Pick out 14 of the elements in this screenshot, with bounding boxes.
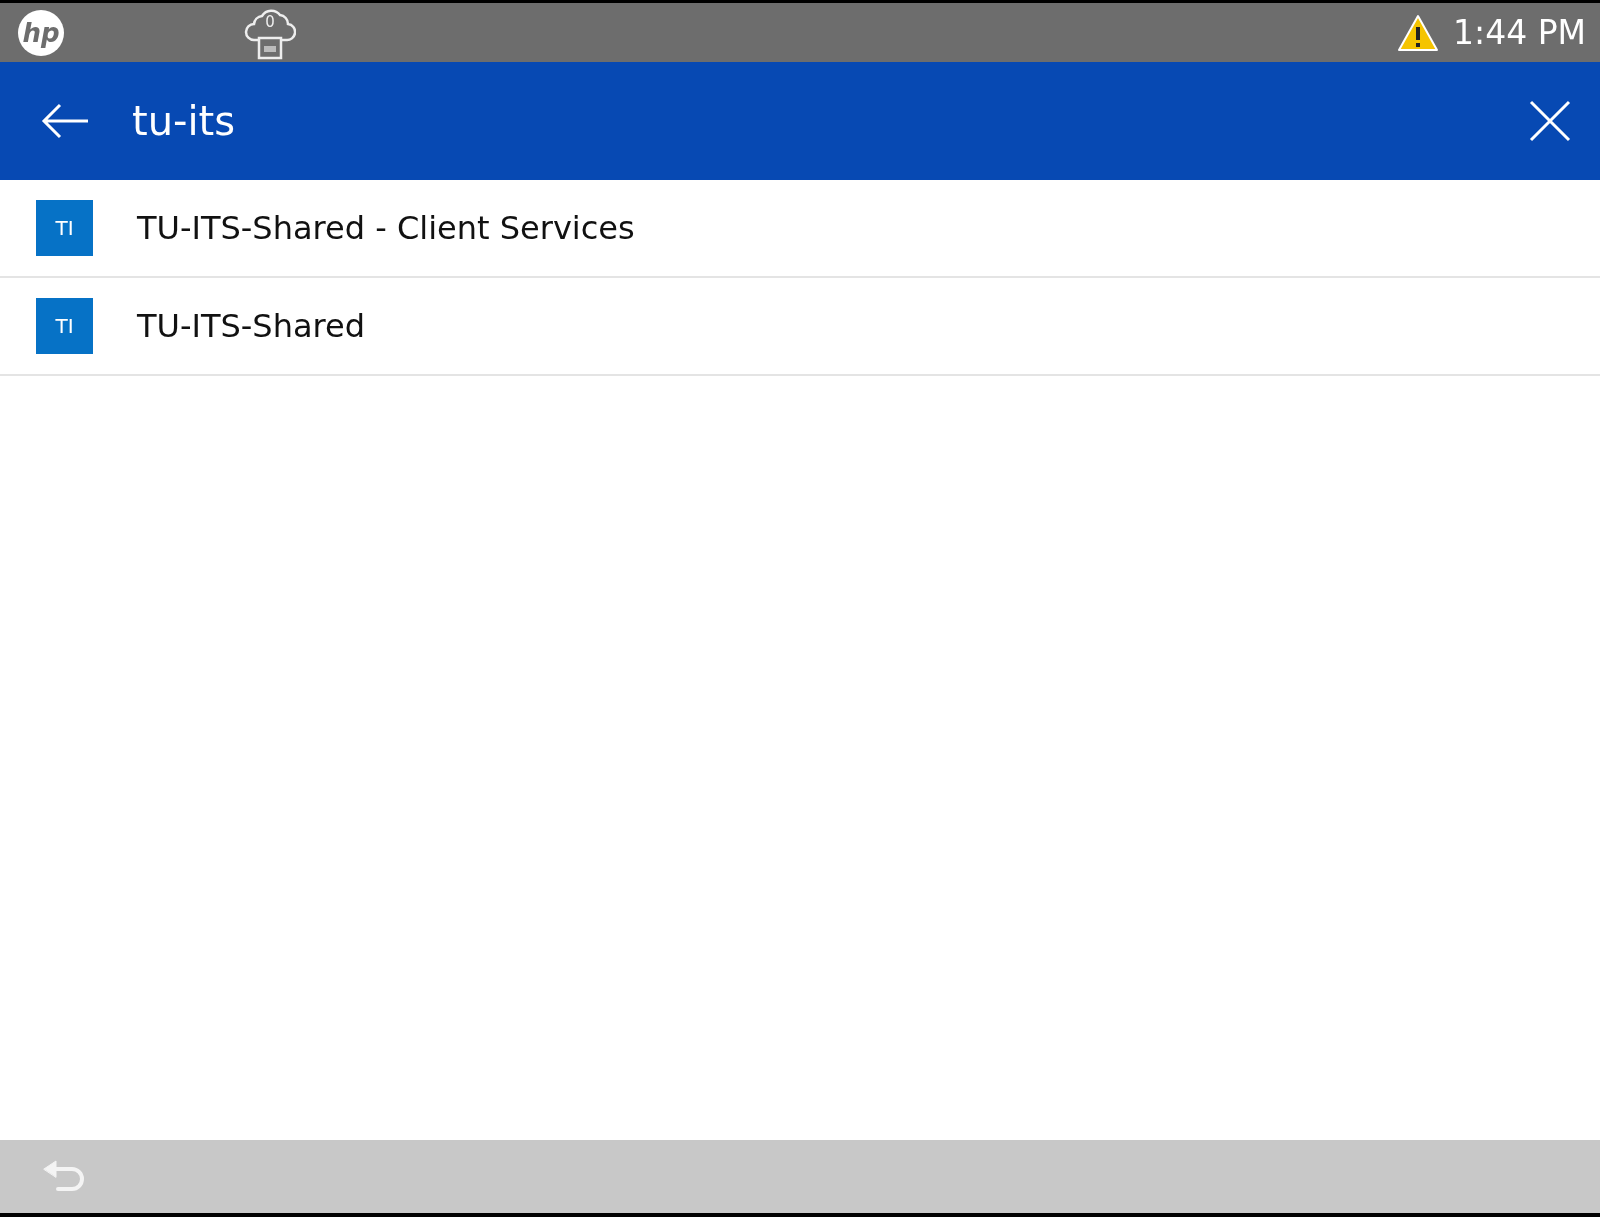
hp-logo: hp (18, 9, 64, 56)
back-arrow-button[interactable] (0, 62, 90, 180)
clock-time: 1:44 PM (1453, 13, 1586, 52)
initials-badge: TI (36, 200, 93, 256)
initials-badge: TI (36, 298, 93, 354)
result-name: TU-ITS-Shared (137, 307, 365, 345)
close-icon (1528, 99, 1572, 143)
result-item[interactable]: TI TU-ITS-Shared - Client Services (0, 180, 1600, 278)
close-button[interactable] (1508, 62, 1600, 180)
search-field[interactable]: tu-its (90, 62, 1508, 180)
warning-icon[interactable] (1397, 13, 1440, 52)
back-arrow-icon (40, 101, 90, 141)
result-name: TU-ITS-Shared - Client Services (137, 209, 635, 247)
result-item[interactable]: TI TU-ITS-Shared (0, 278, 1600, 376)
